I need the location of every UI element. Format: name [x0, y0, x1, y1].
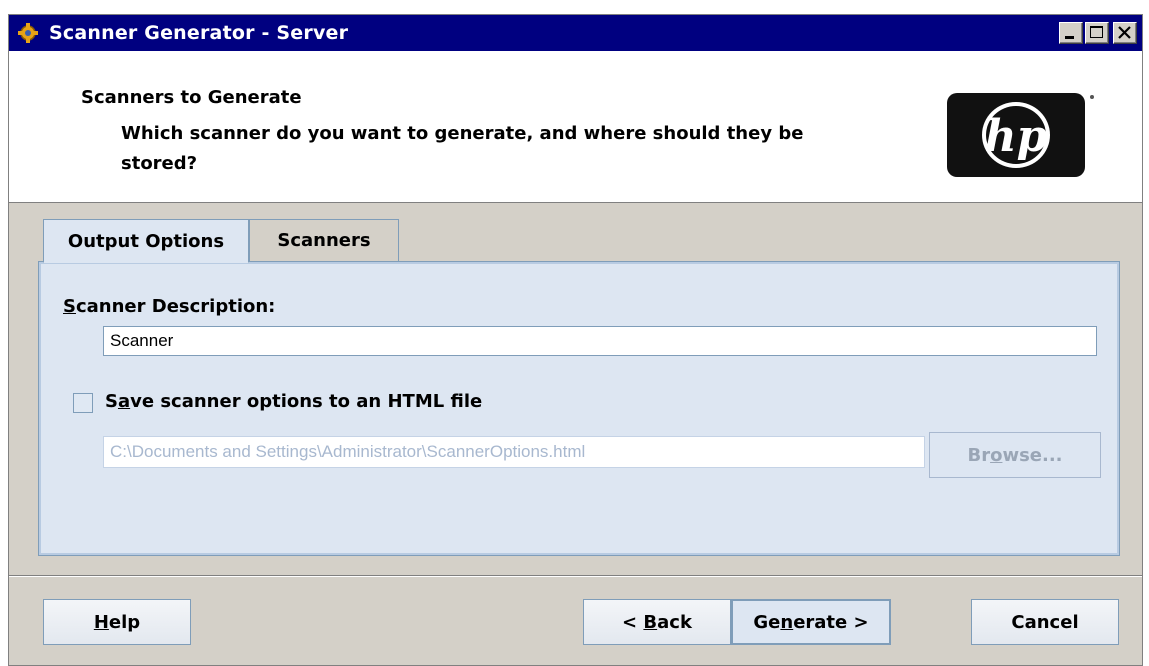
close-button[interactable]: [1113, 22, 1137, 44]
minimize-icon: [1065, 36, 1074, 39]
save-html-checkbox[interactable]: [73, 393, 93, 413]
close-icon: [1118, 26, 1131, 39]
tab-scanners-label: Scanners: [277, 230, 371, 251]
tab-output-options[interactable]: Output Options: [43, 219, 249, 263]
scanner-generator-window: Scanner Generator - Server Scanners to G…: [8, 14, 1143, 666]
help-button[interactable]: Help: [43, 599, 191, 645]
header-subtitle: Which scanner do you want to generate, a…: [121, 123, 804, 174]
maximize-button[interactable]: [1085, 22, 1109, 44]
minimize-button[interactable]: [1059, 22, 1083, 44]
maximize-icon: [1090, 26, 1103, 38]
generate-button[interactable]: Ge n erate >: [731, 599, 891, 645]
scanner-generator-app-icon: [18, 23, 38, 43]
footer-separator: [9, 575, 1142, 577]
tab-container: Output Options Scanners Scanner Descript…: [38, 219, 1120, 559]
scanner-description-input[interactable]: Scanner: [103, 326, 1097, 356]
window-title: Scanner Generator - Server: [49, 22, 349, 44]
scanner-description-label: Scanner Description:: [63, 296, 276, 317]
browse-button[interactable]: Br o wse...: [929, 432, 1101, 478]
tab-scanners[interactable]: Scanners: [249, 219, 399, 261]
output-options-panel: Scanner Description: Scanner Save scanne…: [38, 261, 1120, 556]
hp-logo-text: hp: [985, 111, 1048, 162]
hp-logo: hp: [947, 93, 1094, 177]
title-bar[interactable]: Scanner Generator - Server: [9, 15, 1142, 51]
back-button[interactable]: < Back: [583, 599, 731, 645]
cancel-button[interactable]: Cancel: [971, 599, 1119, 645]
wizard-header: Scanners to Generate Which scanner do yo…: [9, 51, 1142, 203]
header-title: Scanners to Generate: [81, 87, 302, 108]
save-html-checkbox-label[interactable]: Save scanner options to an HTML file: [105, 391, 482, 412]
html-path-input[interactable]: C:\Documents and Settings\Administrator\…: [103, 436, 925, 468]
tab-output-options-label: Output Options: [67, 230, 225, 252]
